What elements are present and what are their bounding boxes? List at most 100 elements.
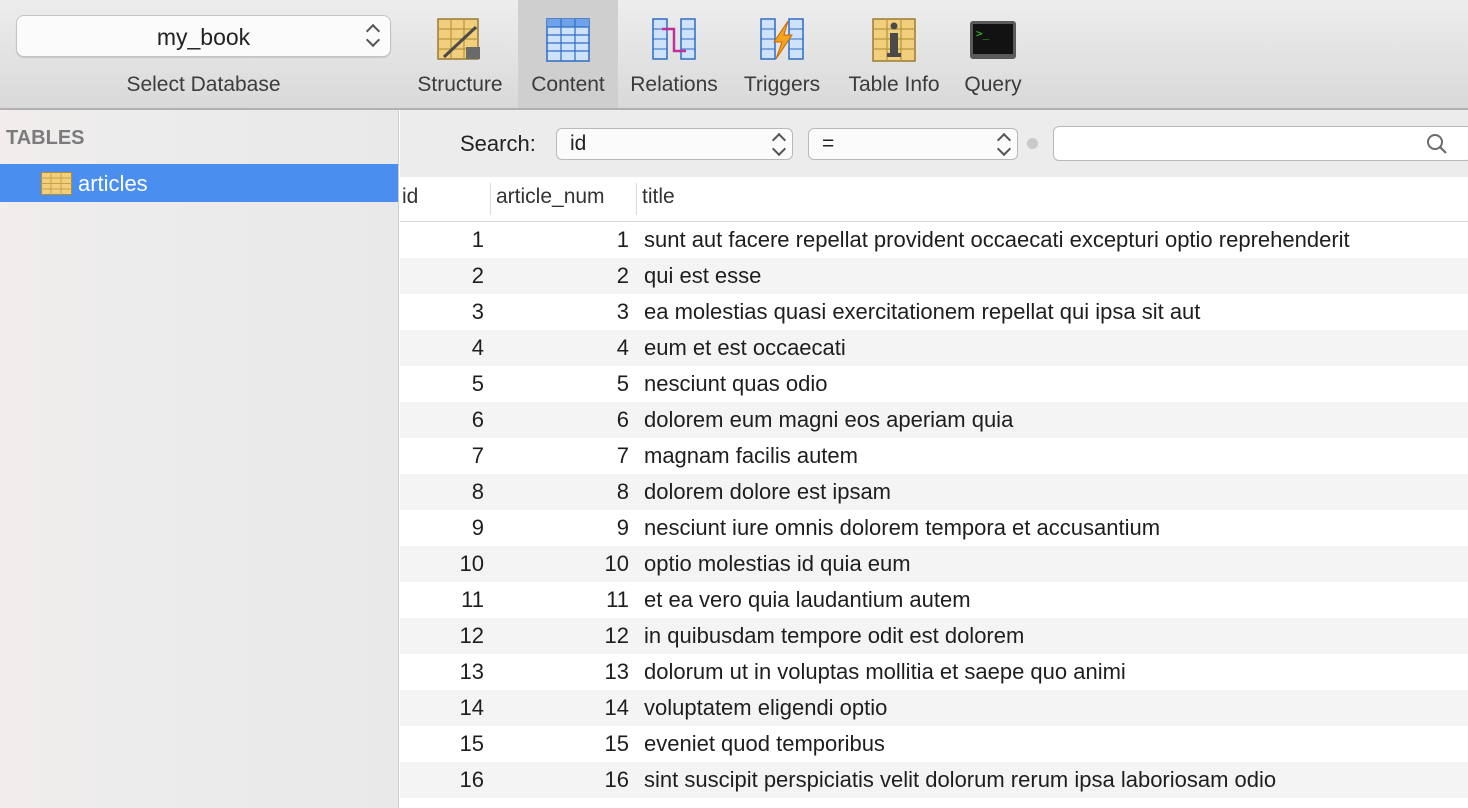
table-row[interactable]: 2 2 qui est esse [400, 258, 1468, 294]
cell-article-num[interactable]: 5 [496, 371, 629, 397]
table-row[interactable]: 9 9 nesciunt iure omnis dolorem tempora et… [400, 510, 1468, 546]
column-divider[interactable] [636, 183, 637, 215]
tool-content[interactable]: Content [518, 0, 618, 108]
table-row[interactable]: 15 15 eveniet quod temporibus [400, 726, 1468, 762]
cell-article-num[interactable]: 8 [496, 479, 629, 505]
cell-id[interactable]: 8 [400, 479, 484, 505]
cell-title[interactable]: magnam facilis autem [644, 443, 858, 469]
sidebar: TABLES articles [0, 110, 399, 808]
filter-field-value: id [570, 132, 587, 155]
database-select[interactable]: my_book [16, 15, 391, 57]
cell-article-num[interactable]: 3 [496, 299, 629, 325]
cell-id[interactable]: 13 [400, 659, 484, 685]
table-row[interactable]: 16 16 sint suscipit perspiciatis velit dol… [400, 762, 1468, 798]
table-row[interactable]: 6 6 dolorem eum magni eos aperiam quia [400, 402, 1468, 438]
cell-id[interactable]: 11 [400, 587, 484, 613]
toolbar: my_book Select Database Structure Conten… [0, 0, 1468, 110]
table-row[interactable]: 13 13 dolorum ut in voluptas mollitia et s… [400, 654, 1468, 690]
cell-title[interactable]: optio molestias id quia eum [644, 551, 911, 577]
table-row[interactable]: 8 8 dolorem dolore est ipsam [400, 474, 1468, 510]
cell-id[interactable]: 2 [400, 263, 484, 289]
cell-title[interactable]: dolorem dolore est ipsam [644, 479, 891, 505]
cell-article-num[interactable]: 9 [496, 515, 629, 541]
cell-id[interactable]: 14 [400, 695, 484, 721]
filter-operator-select[interactable]: = [808, 128, 1018, 160]
search-icon [1427, 134, 1447, 154]
cell-id[interactable]: 4 [400, 335, 484, 361]
cell-article-num[interactable]: 1 [496, 227, 629, 253]
cell-article-num[interactable]: 7 [496, 443, 629, 469]
cell-article-num[interactable]: 4 [496, 335, 629, 361]
cell-title[interactable]: qui est esse [644, 263, 761, 289]
cell-title[interactable]: in quibusdam tempore odit est dolorem [644, 623, 1024, 649]
cell-article-num[interactable]: 14 [496, 695, 629, 721]
column-header-article-num[interactable]: article_num [496, 185, 605, 209]
cell-id[interactable]: 5 [400, 371, 484, 397]
cell-id[interactable]: 6 [400, 407, 484, 433]
cell-id[interactable]: 10 [400, 551, 484, 577]
cell-article-num[interactable]: 2 [496, 263, 629, 289]
cell-article-num[interactable]: 15 [496, 731, 629, 757]
search-input[interactable] [1053, 126, 1468, 161]
sidebar-item-articles[interactable]: articles [0, 164, 398, 202]
cell-title[interactable]: nesciunt quas odio [644, 371, 827, 397]
cell-id[interactable]: 1 [400, 227, 484, 253]
filter-field-select[interactable]: id [556, 128, 793, 160]
table-row[interactable]: 10 10 optio molestias id quia eum [400, 546, 1468, 582]
tool-triggers[interactable]: Triggers [732, 0, 832, 108]
cell-id[interactable]: 12 [400, 623, 484, 649]
query-icon: >_ [970, 21, 1016, 59]
cell-title[interactable]: eveniet quod temporibus [644, 731, 885, 757]
cell-id[interactable]: 15 [400, 731, 484, 757]
select-stepper-icon [997, 132, 1011, 158]
cell-id[interactable]: 7 [400, 443, 484, 469]
table-row[interactable]: 7 7 magnam facilis autem [400, 438, 1468, 474]
column-header-title[interactable]: title [642, 185, 675, 209]
cell-title[interactable]: voluptatem eligendi optio [644, 695, 887, 721]
tool-label: Query [964, 73, 1022, 96]
content-pane: Search: id = id article_num title 1 1 sunt… [400, 110, 1468, 808]
cell-article-num[interactable]: 12 [496, 623, 629, 649]
column-divider[interactable] [490, 183, 491, 215]
filter-bar: Search: id = [400, 110, 1468, 178]
tool-label: Table Info [848, 73, 940, 96]
database-select-label: Select Database [126, 73, 281, 96]
cell-title[interactable]: sint suscipit perspiciatis velit dolorum… [644, 767, 1276, 793]
cell-title[interactable]: nesciunt iure omnis dolorem tempora et a… [644, 515, 1160, 541]
column-header-id[interactable]: id [402, 185, 418, 209]
cell-id[interactable]: 9 [400, 515, 484, 541]
relations-icon [652, 18, 696, 60]
table-row[interactable]: 1 1 sunt aut facere repellat provident occ… [400, 222, 1468, 258]
cell-article-num[interactable]: 11 [496, 587, 629, 613]
database-select-value: my_book [156, 24, 251, 50]
cell-title[interactable]: eum et est occaecati [644, 335, 846, 361]
cell-title[interactable]: ea molestias quasi exercitationem repell… [644, 299, 1200, 325]
cell-article-num[interactable]: 10 [496, 551, 629, 577]
cell-id[interactable]: 16 [400, 767, 484, 793]
cell-title[interactable]: dolorem eum magni eos aperiam quia [644, 407, 1013, 433]
sidebar-item-label: articles [78, 171, 148, 196]
cell-article-num[interactable]: 13 [496, 659, 629, 685]
tool-table-info[interactable]: Table Info [838, 0, 950, 108]
tool-label: Structure [417, 73, 503, 96]
tool-structure[interactable]: Structure [410, 0, 510, 108]
table-row[interactable]: 3 3 ea molestias quasi exercitationem repe… [400, 294, 1468, 330]
filter-status-dot [1027, 138, 1038, 149]
structure-icon [437, 18, 480, 60]
table-row[interactable]: 11 11 et ea vero quia laudantium autem [400, 582, 1468, 618]
table-row[interactable]: 14 14 voluptatem eligendi optio [400, 690, 1468, 726]
table-row[interactable]: 12 12 in quibusdam tempore odit est dolore… [400, 618, 1468, 654]
tool-relations[interactable]: Relations [624, 0, 724, 108]
table-row[interactable]: 4 4 eum et est occaecati [400, 330, 1468, 366]
cell-article-num[interactable]: 16 [496, 767, 629, 793]
cell-title[interactable]: sunt aut facere repellat provident occae… [644, 227, 1350, 253]
select-stepper-icon [772, 132, 786, 158]
cell-id[interactable]: 3 [400, 299, 484, 325]
cell-article-num[interactable]: 6 [496, 407, 629, 433]
cell-title[interactable]: et ea vero quia laudantium autem [644, 587, 971, 613]
tool-query[interactable]: >_ Query [954, 0, 1032, 108]
table-row[interactable]: 5 5 nesciunt quas odio [400, 366, 1468, 402]
table-info-icon [872, 18, 916, 62]
tool-label: Triggers [743, 73, 821, 96]
cell-title[interactable]: dolorum ut in voluptas mollitia et saepe… [644, 659, 1126, 685]
